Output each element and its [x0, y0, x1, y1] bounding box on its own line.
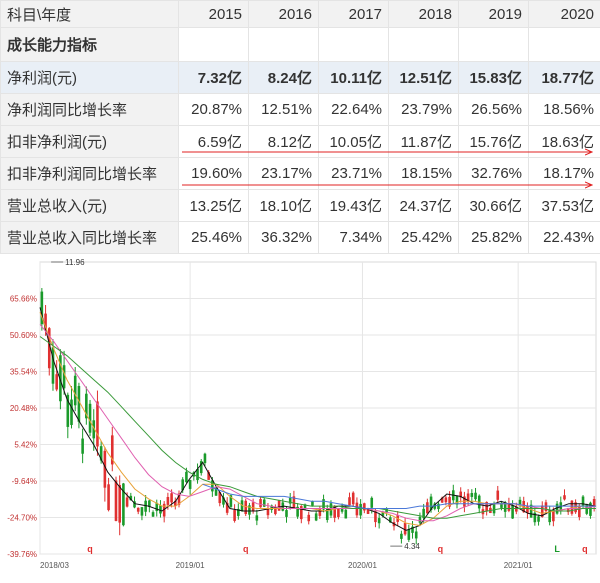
year-header[interactable]: 2020 — [529, 1, 600, 28]
year-header[interactable]: 2018 — [389, 1, 459, 28]
candlestick[interactable] — [122, 483, 125, 526]
table-cell: 11.87亿 — [389, 126, 459, 158]
table-cell: 10.11亿 — [319, 62, 389, 94]
table-cell: 37.53亿 — [529, 190, 600, 222]
table-cell: 19.43亿 — [319, 190, 389, 222]
table-row[interactable]: 营业总收入(元)13.25亿18.10亿19.43亿24.37亿30.66亿37… — [1, 190, 600, 222]
row-label: 营业总收入(元) — [1, 190, 179, 222]
section-row: 成长能力指标 — [1, 28, 600, 62]
table-cell: 12.51亿 — [389, 62, 459, 94]
table-cell: 20.87% — [179, 94, 249, 126]
y-tick-label: 35.54% — [10, 368, 37, 377]
table-cell: 25.82% — [459, 222, 529, 254]
y-tick-label: 20.48% — [10, 404, 37, 413]
table-cell: 8.12亿 — [249, 126, 319, 158]
table-row[interactable]: 净利润同比增长率20.87%12.51%22.64%23.79%26.56%18… — [1, 94, 600, 126]
table-cell: 32.76% — [459, 158, 529, 190]
candlestick[interactable] — [278, 500, 281, 511]
table-cell: 7.34% — [319, 222, 389, 254]
table-cell: 25.46% — [179, 222, 249, 254]
table-cell: 18.17% — [529, 158, 600, 190]
y-tick-label: -39.76% — [7, 550, 37, 559]
table-cell: 18.77亿 — [529, 62, 600, 94]
header-row: 科目\年度 2015 2016 2017 2018 2019 2020 — [1, 1, 600, 28]
table-row[interactable]: 净利润(元)7.32亿8.24亿10.11亿12.51亿15.83亿18.77亿 — [1, 62, 600, 94]
financial-table: 科目\年度 2015 2016 2017 2018 2019 2020 成长能力… — [0, 0, 600, 256]
kline-chart[interactable]: 65.66% 50.60% 35.54% 20.48% 5.42% -9.64% -24.7… — [0, 256, 600, 578]
event-marker[interactable]: L — [554, 544, 560, 554]
table-cell: 18.56% — [529, 94, 600, 126]
table-cell: 13.25亿 — [179, 190, 249, 222]
table-cell: 24.37亿 — [389, 190, 459, 222]
year-header[interactable]: 2016 — [249, 1, 319, 28]
table-cell: 18.63亿 — [529, 126, 600, 158]
y-tick-label: 50.60% — [10, 331, 37, 340]
event-marker[interactable]: q — [438, 544, 444, 554]
table-cell: 6.59亿 — [179, 126, 249, 158]
table-cell: 12.51% — [249, 94, 319, 126]
high-label: 11.96 — [65, 258, 85, 267]
row-label: 扣非净利润(元) — [1, 126, 179, 158]
table-cell: 36.32% — [249, 222, 319, 254]
row-label: 净利润同比增长率 — [1, 94, 179, 126]
table-cell: 23.71% — [319, 158, 389, 190]
row-label: 营业总收入同比增长率 — [1, 222, 179, 254]
row-label: 净利润(元) — [1, 62, 179, 94]
candlestick[interactable] — [585, 504, 588, 515]
table-cell: 30.66亿 — [459, 190, 529, 222]
x-tick-label: 2019/01 — [176, 561, 205, 570]
event-marker[interactable]: q — [243, 544, 249, 554]
y-tick-label: -24.70% — [7, 514, 37, 523]
table-cell: 7.32亿 — [179, 62, 249, 94]
chart-svg[interactable]: 65.66% 50.60% 35.54% 20.48% 5.42% -9.64% -24.7… — [0, 256, 600, 578]
table-cell: 19.60% — [179, 158, 249, 190]
y-tick-label: -9.64% — [12, 477, 37, 486]
candlestick[interactable] — [89, 400, 92, 436]
section-label: 成长能力指标 — [1, 28, 179, 62]
row-label: 扣非净利润同比增长率 — [1, 158, 179, 190]
table-cell: 10.05亿 — [319, 126, 389, 158]
table-cell: 23.17% — [249, 158, 319, 190]
low-label: 4.34 — [404, 542, 420, 551]
table-cell: 22.43% — [529, 222, 600, 254]
table-row[interactable]: 扣非净利润同比增长率19.60%23.17%23.71%18.15%32.76%… — [1, 158, 600, 190]
candlestick[interactable] — [352, 491, 355, 506]
x-tick-label: 2021/01 — [504, 561, 533, 570]
table-cell: 15.76亿 — [459, 126, 529, 158]
x-tick-label: 2018/03 — [40, 561, 69, 570]
event-marker[interactable]: q — [582, 544, 588, 554]
year-header[interactable]: 2017 — [319, 1, 389, 28]
corner-label: 科目\年度 — [1, 1, 179, 28]
table-row[interactable]: 营业总收入同比增长率25.46%36.32%7.34%25.42%25.82%2… — [1, 222, 600, 254]
table-cell: 15.83亿 — [459, 62, 529, 94]
y-tick-label: 65.66% — [10, 295, 37, 304]
candlestick[interactable] — [244, 499, 247, 516]
event-marker[interactable]: q — [87, 544, 93, 554]
year-header[interactable]: 2015 — [179, 1, 249, 28]
table-cell: 18.10亿 — [249, 190, 319, 222]
table-row[interactable]: 扣非净利润(元)6.59亿8.12亿10.05亿11.87亿15.76亿18.6… — [1, 126, 600, 158]
table-cell: 18.15% — [389, 158, 459, 190]
year-header[interactable]: 2019 — [459, 1, 529, 28]
table-cell: 22.64% — [319, 94, 389, 126]
table-cell: 8.24亿 — [249, 62, 319, 94]
growth-indicators-table: 科目\年度 2015 2016 2017 2018 2019 2020 成长能力… — [0, 0, 600, 254]
table-cell: 23.79% — [389, 94, 459, 126]
y-tick-label: 5.42% — [14, 441, 37, 450]
table-cell: 26.56% — [459, 94, 529, 126]
table-cell: 25.42% — [389, 222, 459, 254]
x-tick-label: 2020/01 — [348, 561, 377, 570]
